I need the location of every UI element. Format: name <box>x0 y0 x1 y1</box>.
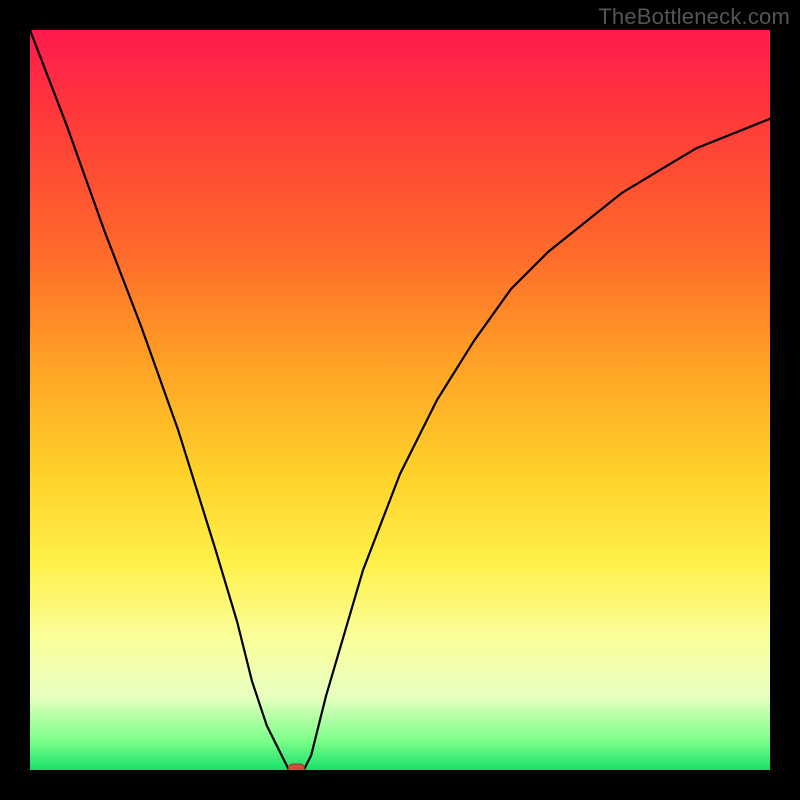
data-curve <box>30 30 770 770</box>
watermark-label: TheBottleneck.com <box>598 4 790 30</box>
curve-svg <box>30 30 770 770</box>
plot-area <box>30 30 770 770</box>
plot-clip <box>30 30 770 770</box>
chart-frame: TheBottleneck.com <box>0 0 800 800</box>
selected-marker <box>288 764 304 770</box>
